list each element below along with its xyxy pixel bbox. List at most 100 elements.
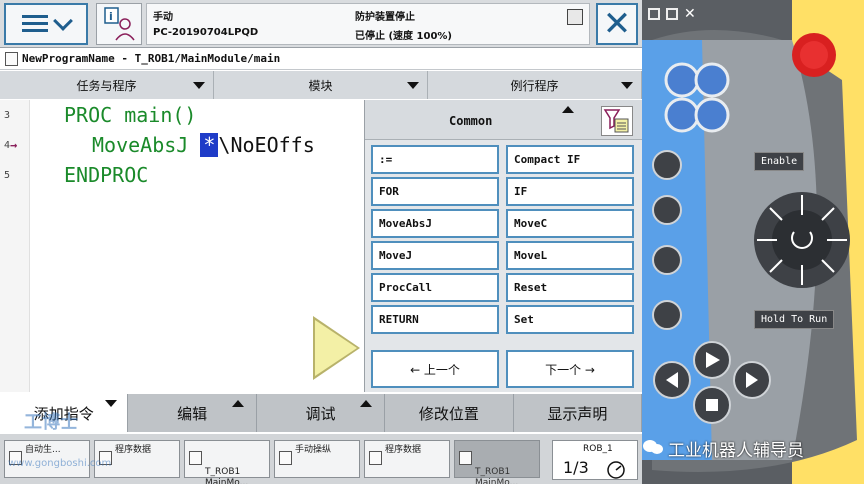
hold-to-run-label: Hold To Run (754, 310, 835, 329)
line-number: 5 (4, 170, 11, 181)
flexpendant-screen: i 手动 PC-20190704LPQD 防护装置停止 已停止 (速度 100%… (0, 0, 642, 484)
code-text: \NoEOffs (218, 133, 315, 157)
instruction-movec[interactable]: MoveC (506, 209, 634, 238)
pendant-body (642, 0, 864, 484)
top-bar: i 手动 PC-20190704LPQD 防护装置停止 已停止 (速度 100%… (0, 0, 642, 48)
expand-panel-arrow-icon[interactable] (315, 320, 357, 376)
task-program-editor[interactable]: T_ROB1 MainMo... (184, 440, 270, 484)
popup-arrow-icon (231, 400, 244, 407)
tab-modules[interactable]: 模块 (214, 71, 428, 99)
line-number: 3 (4, 110, 11, 121)
program-editor-icon (5, 52, 18, 66)
dropdown-arrow-icon (105, 400, 118, 407)
code-line[interactable]: PROC main() (64, 103, 196, 127)
task-label: T_ROB1 MainMo... (205, 467, 249, 484)
insertion-cursor[interactable]: * (200, 133, 219, 157)
program-editor-icon (459, 451, 472, 465)
task-label: 程序数据 (115, 445, 152, 455)
code-text: MoveAbsJ (92, 133, 189, 157)
next-page-button[interactable]: 下一个 → (506, 350, 634, 388)
task-fraction: 1/3 (563, 458, 589, 477)
instruction-proccall[interactable]: ProcCall (371, 273, 499, 302)
instruction-filter-icon[interactable] (601, 106, 633, 136)
instruction-compact-if[interactable]: Compact IF (506, 145, 634, 174)
user-status-button[interactable]: i (96, 3, 142, 45)
code-line-selected[interactable]: MoveAbsJ * \NoEOffs (92, 133, 315, 157)
task-label: 手动操纵 (295, 445, 332, 455)
button-label: 编辑 (177, 404, 208, 423)
instruction-reset[interactable]: Reset (506, 273, 634, 302)
code-text: PROC main() (64, 103, 197, 127)
category-up-icon (562, 106, 574, 113)
task-jogging[interactable]: 手动操纵 (274, 440, 360, 478)
close-button[interactable]: ✕ (596, 3, 638, 45)
dropdown-arrow-icon (621, 82, 633, 89)
code-editor[interactable]: 3 4 5 → PROC main() MoveAbsJ * \NoEOffs E… (0, 100, 364, 392)
button-label: 显示声明 (547, 404, 608, 423)
show-declaration-button[interactable]: 显示声明 (514, 394, 642, 432)
close-icon: ✕ (602, 4, 632, 44)
watermark-logo: 工博士 (24, 412, 78, 433)
tab-tasks-and-programs[interactable]: 任务与程序 (0, 71, 214, 99)
program-data-icon (369, 451, 382, 465)
quickset-button[interactable]: ROB_1 1/3 (552, 440, 638, 480)
debug-button[interactable]: 调试 (257, 394, 386, 432)
enable-label: Enable (754, 152, 805, 171)
filter-icon (603, 109, 629, 133)
instruction-if[interactable]: IF (506, 177, 634, 206)
code-text: ENDPROC (64, 163, 149, 187)
user-info-icon: i (104, 7, 135, 41)
instruction-movej[interactable]: MoveJ (371, 241, 499, 270)
program-editor-icon (189, 451, 202, 465)
tab-routines[interactable]: 例行程序 (428, 71, 642, 99)
breadcrumb: NewProgramName - T_ROB1/MainModule/main (0, 48, 642, 70)
instruction-picker: Common := Compact IF FOR IF MoveAbsJ Mov… (364, 100, 642, 392)
task-label: 程序数据 (385, 445, 422, 455)
tab-label: 模块 (308, 78, 333, 93)
dropdown-arrow-icon (407, 82, 419, 89)
function-bar: 添加指令 编辑 调试 修改位置 显示声明 (0, 394, 642, 432)
program-pointer-icon: → (10, 138, 18, 152)
menu-icon (22, 15, 48, 33)
instruction-for[interactable]: FOR (371, 177, 499, 206)
instruction-movel[interactable]: MoveL (506, 241, 634, 270)
jogging-icon (279, 451, 292, 465)
instruction-return[interactable]: RETURN (371, 305, 499, 334)
teach-pendant-hardware: ✕ Enable Hold To Run (642, 0, 864, 484)
button-label: 调试 (305, 404, 336, 423)
tab-label: 例行程序 (510, 78, 559, 93)
controller-name: PC-20190704LPQD (153, 27, 259, 38)
popup-arrow-icon (360, 400, 373, 407)
task-label: 自动生... (25, 445, 61, 455)
tab-label: 任务与程序 (76, 78, 137, 93)
watermark-account: 工业机器人辅导员 (668, 441, 804, 461)
category-title: Common (449, 114, 493, 128)
svg-text:i: i (109, 10, 113, 23)
editor-tabs: 任务与程序 模块 例行程序 (0, 71, 642, 99)
operating-mode: 手动 (153, 12, 173, 23)
chevron-down-icon (53, 11, 73, 31)
abb-menu-button[interactable] (4, 3, 88, 45)
task-label: T_ROB1 MainMo... (475, 467, 519, 484)
mechanical-unit-label: ROB_1 (583, 444, 613, 454)
status-bar: 手动 PC-20190704LPQD 防护装置停止 已停止 (速度 100%) (146, 3, 590, 45)
task-program-data-2[interactable]: 程序数据 (364, 440, 450, 478)
task-program-editor-current[interactable]: T_ROB1 MainMo... (454, 440, 540, 484)
instruction-assign[interactable]: := (371, 145, 499, 174)
instruction-set[interactable]: Set (506, 305, 634, 334)
code-line[interactable]: ENDPROC (64, 163, 148, 187)
breadcrumb-path: NewProgramName - T_ROB1/MainModule/main (22, 52, 281, 65)
safety-status: 防护装置停止 (355, 12, 415, 23)
watermark-url: www.gongboshi.com (8, 458, 112, 469)
button-label: 修改位置 (418, 404, 479, 423)
event-log-icon[interactable] (567, 9, 583, 25)
wechat-icon (643, 440, 663, 454)
edit-button[interactable]: 编辑 (128, 394, 257, 432)
instruction-moveabsj[interactable]: MoveAbsJ (371, 209, 499, 238)
modify-position-button[interactable]: 修改位置 (385, 394, 514, 432)
program-state: 已停止 (速度 100%) (355, 31, 452, 42)
dropdown-arrow-icon (193, 82, 205, 89)
speed-gauge-icon (607, 461, 625, 479)
instruction-category-header[interactable]: Common (365, 100, 642, 140)
previous-page-button[interactable]: ← 上一个 (371, 350, 499, 388)
